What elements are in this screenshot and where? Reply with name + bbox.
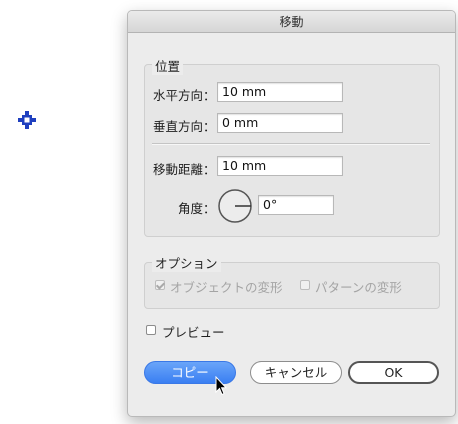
preview-label: プレビュー xyxy=(162,325,225,340)
ok-button[interactable]: OK xyxy=(348,361,439,384)
move-dialog: 移動 位置 水平方向： 10 mm 垂直方向： 0 mm 移動距離： 10 mm… xyxy=(127,10,456,417)
position-section-label: 位置 xyxy=(152,56,184,75)
distance-label: 移動距離： xyxy=(153,162,216,177)
transform-objects-checkbox[interactable] xyxy=(155,280,165,290)
transform-objects-label: オブジェクトの変形 xyxy=(170,280,283,295)
preview-checkbox[interactable] xyxy=(146,325,156,335)
anchor-point-icon[interactable] xyxy=(18,111,36,129)
vertical-label: 垂直方向： xyxy=(153,119,216,134)
mouse-pointer-icon xyxy=(215,376,227,396)
transform-patterns-label: パターンの変形 xyxy=(315,280,402,295)
options-section-label: オプション xyxy=(152,253,221,272)
dialog-title: 移動 xyxy=(128,11,455,33)
horizontal-input[interactable]: 10 mm xyxy=(217,82,343,102)
distance-input[interactable]: 10 mm xyxy=(217,156,343,176)
cancel-button[interactable]: キャンセル xyxy=(250,361,342,384)
transform-patterns-checkbox[interactable] xyxy=(300,280,310,290)
angle-label: 角度： xyxy=(178,201,216,216)
position-divider xyxy=(152,143,430,145)
angle-input[interactable]: 0° xyxy=(258,195,334,215)
angle-dial-icon[interactable] xyxy=(217,188,253,224)
horizontal-label: 水平方向： xyxy=(153,88,216,103)
vertical-input[interactable]: 0 mm xyxy=(217,113,343,133)
